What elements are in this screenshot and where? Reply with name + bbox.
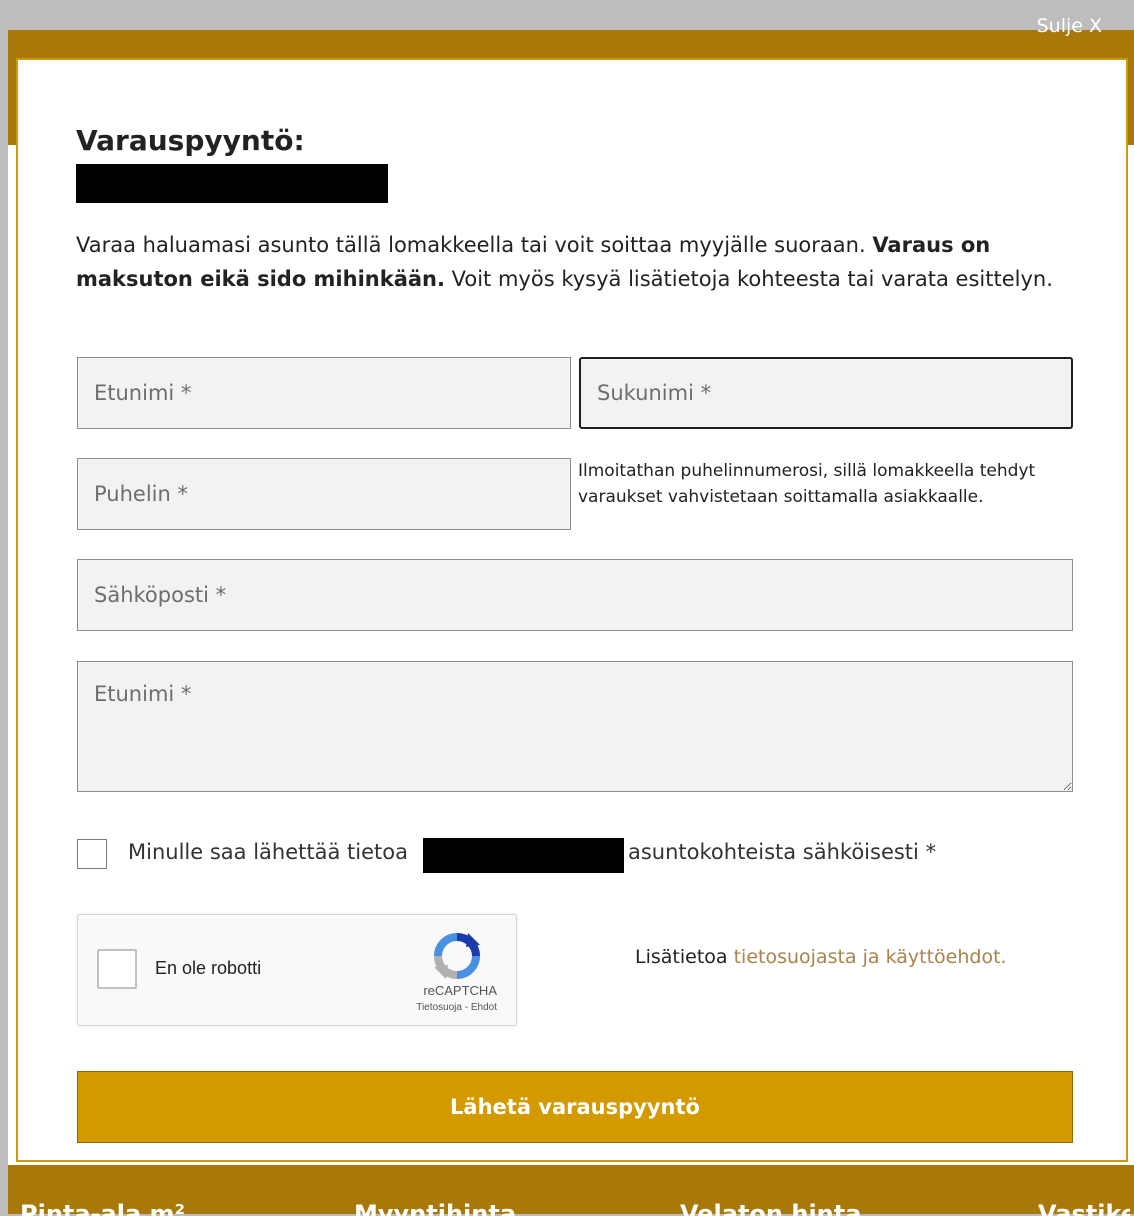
consent-label-end: asuntokohteista sähköisesti * — [628, 840, 937, 864]
recaptcha-brand: reCAPTCHA — [423, 983, 497, 998]
recaptcha-checkbox[interactable] — [97, 949, 137, 989]
privacy-info: Lisätietoa tietosuojasta ja käyttöehdot. — [635, 946, 1007, 968]
message-textarea[interactable] — [77, 661, 1073, 792]
redacted-company-name — [423, 838, 624, 873]
close-button[interactable]: Sulje X — [1037, 15, 1102, 37]
first-name-input[interactable] — [77, 357, 571, 429]
recaptcha-logo-icon — [434, 933, 480, 979]
recaptcha-label: En ole robotti — [155, 958, 262, 978]
last-name-input[interactable] — [579, 357, 1073, 429]
redacted-property-name — [76, 164, 388, 203]
consent-label-start: Minulle saa lähettää tietoa — [128, 840, 408, 864]
privacy-terms-link[interactable]: tietosuojasta ja käyttöehdot. — [734, 946, 1007, 968]
consent-checkbox[interactable] — [77, 839, 107, 869]
privacy-prefix: Lisätietoa — [635, 946, 728, 968]
phone-input[interactable] — [77, 458, 571, 530]
phone-note: Ilmoitathan puhelinnumerosi, sillä lomak… — [578, 461, 1036, 507]
modal-title: Varauspyyntö: — [76, 124, 305, 157]
intro-text-part: Voit myös kysyä lisätietoja kohteesta ta… — [444, 267, 1053, 291]
submit-reservation-button[interactable]: Lähetä varauspyyntö — [77, 1071, 1073, 1143]
recaptcha-widget: En ole robotti reCAPTCHA Tietosuoja - Eh… — [77, 914, 517, 1026]
recaptcha-terms-link[interactable]: Tietosuoja - Ehdot — [416, 1002, 497, 1013]
intro-text-part: Varaa haluamasi asunto tällä lomakkeella… — [76, 233, 873, 257]
intro-text: Varaa haluamasi asunto tällä lomakkeella… — [76, 228, 1072, 296]
reservation-modal: Varauspyyntö: Varaa haluamasi asunto täl… — [16, 58, 1128, 1162]
email-input[interactable] — [77, 559, 1073, 631]
